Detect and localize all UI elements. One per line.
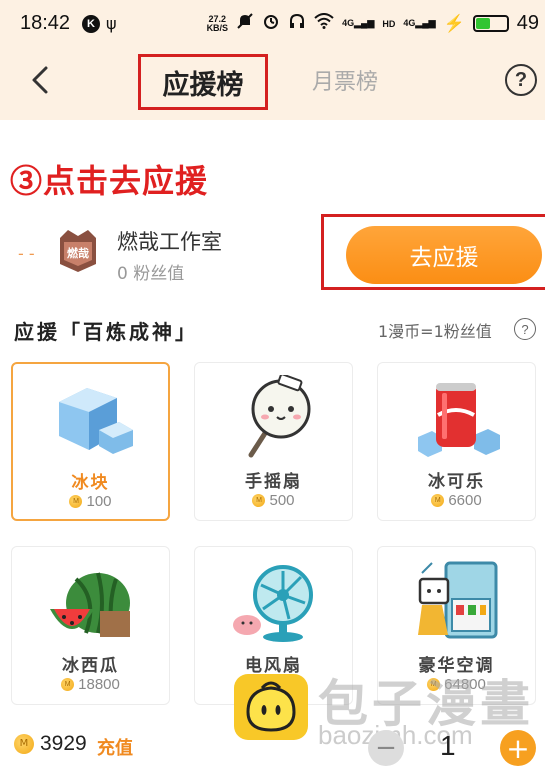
quantity-decrease-button[interactable]: − — [368, 730, 404, 766]
gift-price: M 6600 — [378, 492, 535, 509]
hand-fan-icon — [229, 373, 319, 459]
watermelon-icon — [46, 559, 136, 643]
signal-4g-icon: 4G▂▄▆ — [342, 18, 375, 28]
tab-monthly-ticket-ranking[interactable]: 月票榜 — [312, 60, 378, 100]
rate-help-icon[interactable]: ? — [514, 318, 536, 340]
gift-card-hand-fan[interactable]: 手摇扇 M 500 — [194, 362, 353, 521]
gift-price: M 100 — [13, 493, 168, 510]
signal-4g-2-icon: 4G▂▄▆ — [403, 18, 436, 28]
coin-balance: 3929 — [40, 732, 87, 755]
studio-name: 燃哉工作室 — [117, 230, 222, 254]
battery-icon — [472, 15, 509, 32]
mute-icon — [236, 12, 254, 35]
studio-avatar: 燃哉 — [54, 226, 102, 274]
gift-name: 手摇扇 — [245, 472, 302, 492]
battery-percent: 49 — [516, 12, 539, 34]
exchange-rate: 1漫币=1粉丝值 — [378, 322, 492, 341]
usb-icon: ψ — [106, 14, 117, 33]
gift-name: 冰可乐 — [428, 472, 485, 492]
status-right-icons: 27.2 KB/S 4G▂▄▆ HD 4G▂▄▆ ⚡ 49 — [207, 12, 539, 35]
coin-icon: M — [14, 734, 34, 754]
coin-icon: M — [69, 495, 83, 508]
net-speed: 27.2 KB/S — [206, 13, 229, 33]
air-conditioner-icon — [412, 559, 502, 643]
gift-name: 冰块 — [71, 473, 110, 493]
gift-card-iced-watermelon[interactable]: 冰西瓜 M 18800 — [11, 546, 170, 705]
status-bar: 18:42 K ψ 27.2 KB/S 4G▂▄▆ HD 4G▂▄▆ ⚡ 49 — [0, 0, 545, 52]
charging-icon: ⚡ — [443, 13, 465, 33]
wifi-icon — [314, 13, 334, 34]
step-annotation: ③点击去应援 — [10, 162, 209, 200]
gift-price: M 500 — [195, 492, 352, 509]
status-time: 18:42 — [20, 12, 71, 34]
status-left-icons: K ψ — [82, 14, 117, 33]
quantity-value: 1 — [440, 730, 456, 761]
tab-support-ranking[interactable]: 应援榜 — [138, 54, 268, 110]
svg-text:燃哉: 燃哉 — [66, 246, 89, 260]
alarm-icon — [262, 12, 280, 35]
go-support-button[interactable]: 去应援 — [346, 226, 542, 284]
chevron-left-icon — [32, 66, 48, 94]
header-bar: 应援榜 月票榜 ? — [0, 52, 545, 120]
studio-fan-value: 0 粉丝值 — [117, 264, 185, 284]
gift-name: 冰西瓜 — [62, 656, 119, 676]
ice-cube-icon — [47, 376, 137, 460]
back-button[interactable] — [24, 60, 64, 100]
rank-placeholder: - - — [18, 244, 35, 263]
gift-price: M 18800 — [12, 676, 169, 693]
signal-hd-icon: HD — [382, 18, 396, 29]
coin-icon: M — [61, 678, 75, 691]
quantity-increase-button[interactable]: + — [500, 730, 536, 766]
headphone-icon — [288, 12, 306, 35]
recharge-link[interactable]: 充值 — [97, 734, 133, 760]
gift-card-ice-cube[interactable]: 冰块 M 100 — [11, 362, 170, 521]
watermark-logo — [232, 672, 310, 742]
help-icon[interactable]: ? — [505, 64, 537, 96]
cola-can-icon — [412, 375, 502, 459]
coin-icon: M — [431, 494, 445, 507]
section-title: 应援「百炼成神」 — [14, 320, 198, 344]
gift-card-iced-cola[interactable]: 冰可乐 M 6600 — [377, 362, 536, 521]
k-badge-icon: K — [82, 14, 100, 33]
coin-icon: M — [252, 494, 266, 507]
electric-fan-icon — [229, 559, 319, 643]
